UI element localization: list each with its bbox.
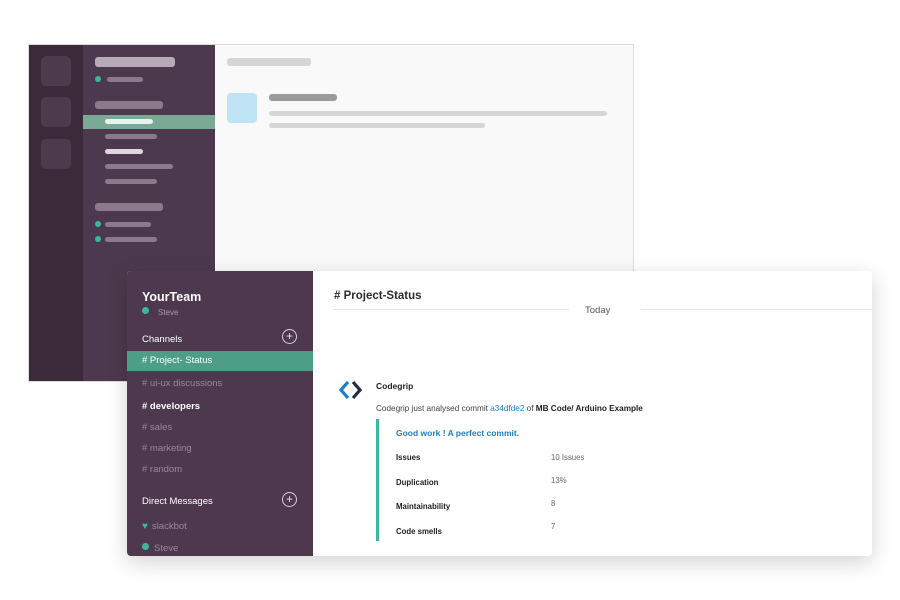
skeleton-bar — [105, 222, 151, 227]
field-value-duplication: 13% — [551, 476, 567, 485]
sidebar-channel-developers[interactable]: # developers — [127, 397, 313, 417]
skeleton-bar — [105, 179, 157, 184]
online-status-dot — [142, 307, 149, 314]
skeleton-bar — [95, 101, 163, 109]
team-name[interactable]: YourTeam — [142, 290, 201, 304]
sidebar-channel-ui-ux-discussions[interactable]: # ui-ux discussions — [127, 374, 313, 394]
status-dot — [95, 221, 101, 227]
current-user-name: Steve — [158, 308, 179, 317]
sidebar-dm-steve[interactable]: Steve — [142, 543, 178, 554]
channel-title: # Project-Status — [334, 290, 422, 302]
divider-line — [641, 309, 872, 310]
sidebar-dm-slackbot[interactable]: ♥ slackbot — [142, 521, 187, 532]
direct-messages-header[interactable]: Direct Messages — [142, 496, 213, 507]
status-dot — [95, 76, 101, 82]
field-label-code-smells: Code smells — [396, 527, 442, 536]
attachment-title[interactable]: Good work ! A perfect commit. — [396, 428, 519, 438]
avatar-placeholder — [227, 93, 257, 123]
online-status-dot — [142, 543, 149, 550]
skeleton-bar — [269, 94, 337, 101]
field-value-issues: 10 Issues — [551, 453, 585, 462]
repo-name: MB Code/ Arduino Example — [535, 404, 643, 413]
skeleton-bar — [269, 111, 607, 116]
sidebar-channel-random[interactable]: # random — [127, 460, 313, 480]
field-label-duplication: Duplication — [396, 478, 439, 487]
skeleton-bar — [105, 149, 143, 154]
dm-label: Steve — [154, 543, 179, 554]
skeleton-bar — [105, 237, 157, 242]
workspace-icon-placeholder — [41, 56, 71, 86]
skeleton-bar — [95, 203, 163, 211]
skeleton-bar — [105, 119, 153, 124]
workspace-icon-placeholder — [41, 97, 71, 127]
heart-icon: ♥ — [142, 521, 148, 532]
sidebar-channel-marketing[interactable]: # marketing — [127, 439, 313, 459]
skeleton-bar — [227, 58, 311, 66]
skeleton-bar — [107, 77, 143, 82]
dm-label: slackbot — [151, 521, 187, 532]
workspace-rail-skeleton — [29, 45, 83, 381]
add-channel-icon[interactable]: + — [282, 329, 297, 344]
channels-header[interactable]: Channels — [142, 334, 182, 345]
sidebar-channel-project-status[interactable]: # Project- Status — [127, 351, 313, 371]
skeleton-bar — [269, 123, 485, 128]
channel-pane: # Project-Status Today Codegrip Codegrip… — [313, 271, 872, 556]
sidebar: YourTeam Steve Channels + # Project- Sta… — [127, 271, 313, 556]
skeleton-bar — [105, 134, 157, 139]
message-sender[interactable]: Codegrip — [376, 381, 413, 391]
codegrip-logo-icon[interactable] — [338, 379, 364, 401]
skeleton-bar — [105, 164, 173, 169]
sidebar-channel-sales[interactable]: # sales — [127, 418, 313, 438]
commit-link[interactable]: a34dfde2 — [490, 404, 524, 413]
status-dot — [95, 236, 101, 242]
divider-line — [333, 309, 569, 310]
field-value-maintainability: 8 — [551, 499, 556, 508]
message-text-prefix: Codegrip just analysed commit — [376, 404, 491, 413]
message-text: Codegrip just analysed commit a34dfde2 o… — [376, 404, 643, 413]
field-label-maintainability: Maintainability — [396, 502, 451, 511]
chat-window: YourTeam Steve Channels + # Project- Sta… — [127, 271, 872, 556]
message-text-mid: of — [524, 404, 536, 413]
field-value-code-smells: 7 — [551, 522, 556, 531]
field-label-issues: Issues — [396, 453, 421, 462]
skeleton-bar — [95, 57, 175, 67]
attachment-accent-bar — [376, 419, 379, 541]
workspace-icon-placeholder — [41, 139, 71, 169]
date-divider: Today — [585, 305, 611, 316]
add-dm-icon[interactable]: + — [282, 492, 297, 507]
